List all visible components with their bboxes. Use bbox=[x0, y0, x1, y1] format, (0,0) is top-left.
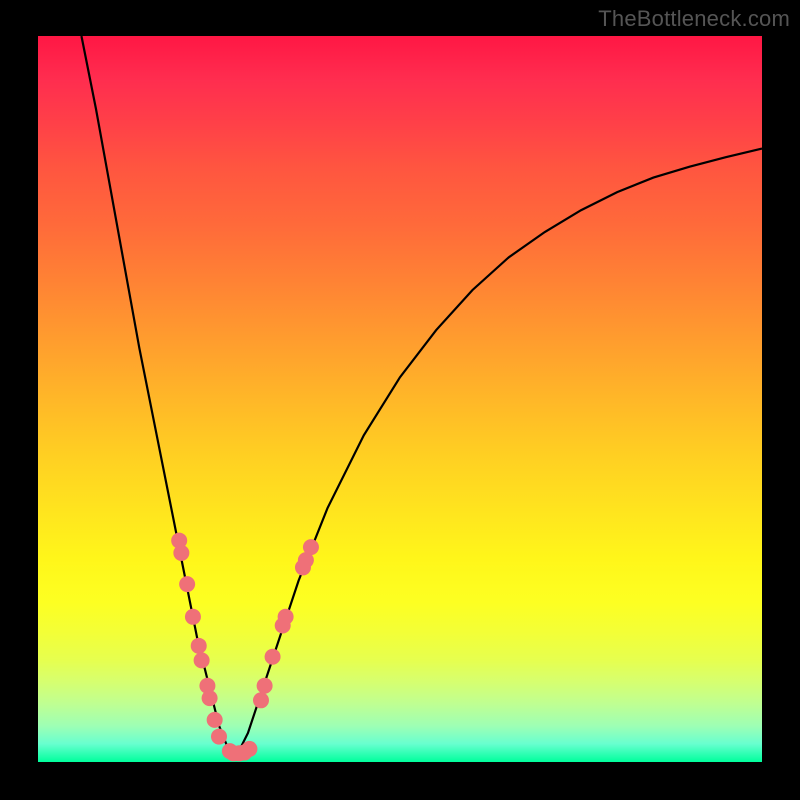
data-dot bbox=[194, 652, 210, 668]
data-dots bbox=[171, 533, 319, 762]
data-dot bbox=[207, 712, 223, 728]
data-dot bbox=[185, 609, 201, 625]
plot-area bbox=[38, 36, 762, 762]
curve-left bbox=[81, 36, 233, 755]
data-dot bbox=[253, 692, 269, 708]
data-dot bbox=[211, 729, 227, 745]
data-dot bbox=[278, 609, 294, 625]
curve-layer bbox=[38, 36, 762, 762]
chart-stage: TheBottleneck.com bbox=[0, 0, 800, 800]
data-dot bbox=[257, 678, 273, 694]
data-dot bbox=[202, 690, 218, 706]
data-dot bbox=[173, 545, 189, 561]
data-dot bbox=[303, 539, 319, 555]
data-dot bbox=[179, 576, 195, 592]
curve-right bbox=[233, 149, 762, 755]
data-dot bbox=[265, 649, 281, 665]
data-dot bbox=[191, 638, 207, 654]
watermark-text: TheBottleneck.com bbox=[598, 6, 790, 32]
data-dot bbox=[241, 741, 257, 757]
